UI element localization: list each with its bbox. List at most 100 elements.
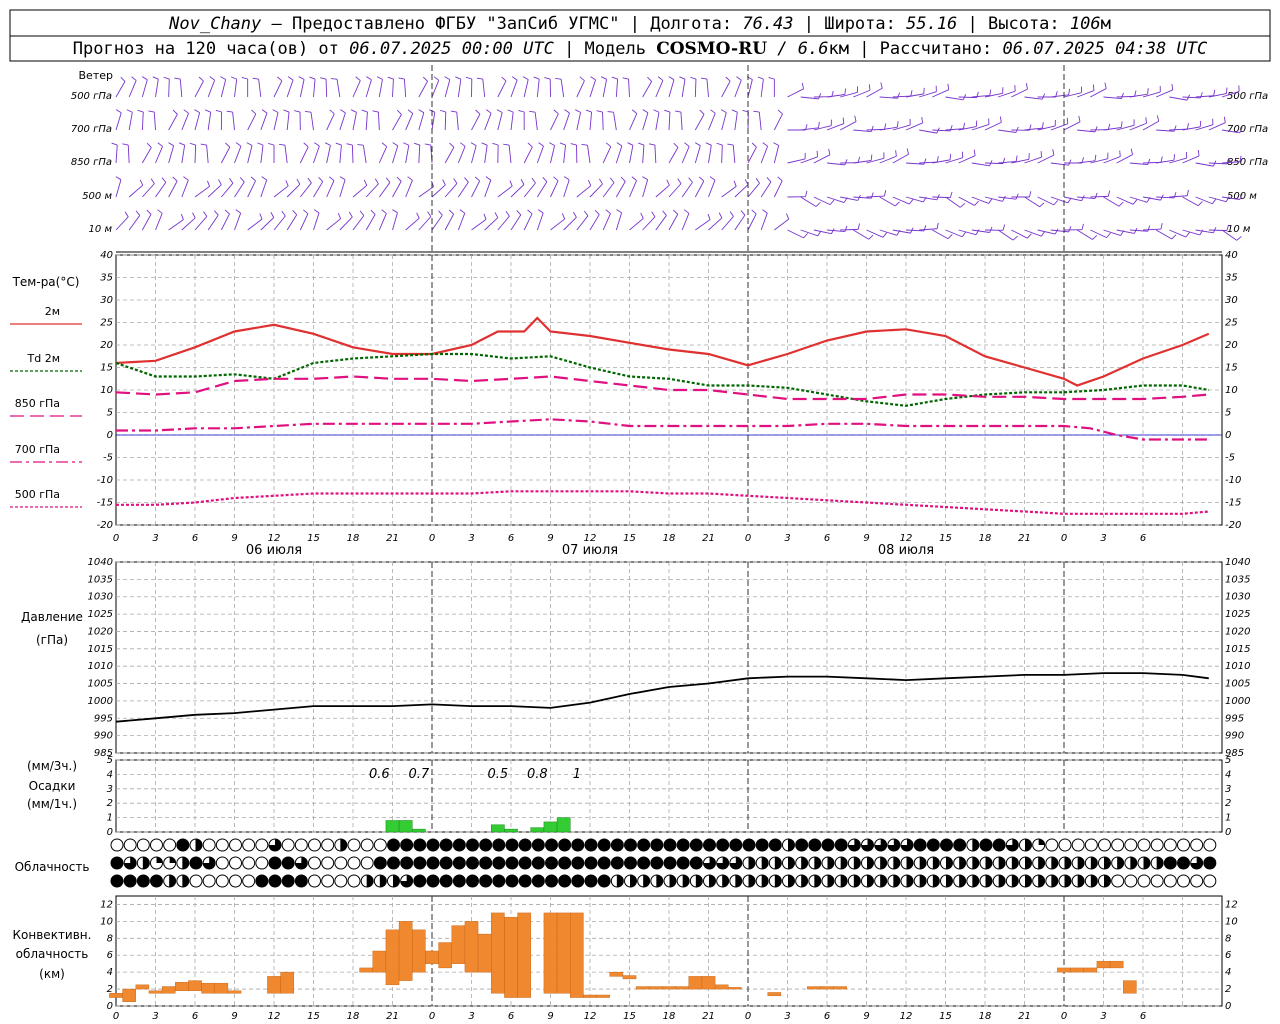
wind-barb-feather [213, 210, 219, 216]
wind-barb [655, 215, 667, 231]
wind-barb [403, 79, 407, 98]
wind-barb [866, 195, 885, 198]
wind-barb [299, 79, 305, 98]
wind-barb-feather [1171, 234, 1177, 240]
wind-barb [642, 112, 649, 131]
wind-barb-feather [923, 158, 927, 165]
cloud-cover-symbol [110, 874, 124, 888]
wind-barb-feather [590, 76, 596, 81]
wind-barb-feather [1223, 116, 1226, 123]
wind-barb [286, 112, 290, 131]
wind-barb [339, 216, 353, 231]
wind-barb [563, 216, 577, 231]
wind-barb [234, 181, 245, 198]
wind-barb [207, 80, 216, 98]
wind-barb-feather [777, 176, 783, 182]
wind-barb-feather [366, 76, 372, 81]
y-tick-label-right: 3 [1225, 784, 1231, 795]
model-label: | Модель [554, 39, 656, 59]
precip-amount-label: 0.6 [369, 767, 390, 782]
y-tick-label-right: 2 [1225, 798, 1231, 809]
precipitation-panel: 5 5 4 4 3 3 2 2 1 1 0 0 (мм/3ч.) Осадки (мм/1ч.) 0.… [27, 755, 1231, 838]
wind-barb [958, 155, 976, 164]
wind-barb [207, 112, 212, 131]
cloud-cover-symbol [373, 838, 387, 852]
convective-cloud-bar [214, 982, 229, 994]
wind-barb [971, 196, 989, 204]
wind-barb-feather [579, 76, 585, 82]
hour-tick-label: 9 [231, 1011, 237, 1022]
convective-cloud-bar [675, 986, 689, 990]
latitude-label: | Широта: [794, 14, 907, 34]
wind-barb [1142, 120, 1159, 131]
cloud-cover-symbol [268, 874, 282, 888]
wind-barb-feather [973, 149, 976, 156]
wind-barb-feather [961, 231, 967, 238]
wind-barb [484, 217, 499, 231]
cloud-cover-symbol [1203, 838, 1217, 852]
wind-barb-feather [120, 76, 126, 82]
y-tick-label-right: 40 [1225, 250, 1238, 261]
hour-tick-label: 15 [307, 533, 320, 544]
wind-barb-feather [407, 109, 413, 114]
wind-barb-feather [329, 176, 335, 181]
wind-barb [128, 184, 144, 198]
cloud-cover-symbol [545, 874, 558, 888]
wind-barb-feather [1068, 159, 1072, 166]
wind-barb-feather [716, 142, 723, 146]
cloud-cover-symbol [545, 856, 558, 870]
cloud-cover-symbol [189, 874, 203, 888]
wind-barb-feather [705, 142, 712, 146]
cloud-cover-fill [656, 875, 663, 887]
wind-barb-feather [416, 212, 420, 219]
wind-barb [284, 145, 288, 164]
wind-barb-feather [638, 142, 645, 146]
wind-barb-feather [174, 77, 181, 80]
altitude-value: 106 [1070, 14, 1101, 34]
wind-barb [840, 228, 859, 231]
y-tick-label-left: 5 [107, 408, 113, 419]
cloud-cover-symbol [663, 856, 677, 870]
wind-barb-feather [896, 121, 899, 128]
wind-barb-feather [538, 142, 544, 147]
convective-cloud-bar [148, 990, 163, 994]
y-tick-label-left: 4 [107, 769, 113, 780]
wind-barb-feather [381, 142, 387, 147]
hour-tick-label: 3 [152, 1011, 158, 1022]
wind-barb [128, 215, 141, 231]
wind-barb-feather [844, 159, 848, 166]
wind-barb [853, 229, 869, 240]
cloud-cover-symbol [1163, 874, 1177, 888]
wind-barb [1024, 196, 1040, 208]
hour-tick-label: 9 [547, 533, 553, 544]
wind-barb-feather [251, 109, 257, 115]
wind-barb [576, 112, 582, 131]
cloud-cover-fill [1038, 839, 1045, 845]
cloud-cover-symbol [1177, 856, 1190, 870]
cloud-cover-symbol [215, 856, 229, 870]
wind-barb [668, 147, 679, 164]
wind-barb-feather [640, 212, 644, 219]
wind-barb-feather [1121, 92, 1124, 99]
cloud-cover-symbol [1045, 838, 1059, 852]
wind-barb-feather [137, 109, 144, 113]
wind-barb-feather [720, 109, 727, 114]
y-tick-label-right: 1005 [1225, 679, 1250, 690]
date-label: 08 июля [878, 543, 934, 558]
wind-barb [879, 196, 896, 207]
convective-cloud-bar [109, 993, 123, 998]
wind-barb [668, 112, 671, 131]
cloud-cover-symbol [426, 838, 440, 852]
precip-bar [543, 821, 558, 833]
wind-barb-feather [303, 209, 309, 215]
cloud-cover-fill [169, 857, 176, 863]
wind-barb [787, 229, 804, 239]
cloud-cover-symbol [479, 838, 493, 852]
convective-cloud-bar [267, 976, 281, 994]
wind-barb-feather [1025, 83, 1028, 90]
wind-barb [141, 183, 155, 198]
wind-barb-feather [372, 110, 379, 113]
wind-barb-feather [1236, 236, 1242, 241]
precip-unit-3h: (мм/3ч.) [27, 759, 77, 773]
y-tick-label-left: -5 [103, 453, 113, 464]
